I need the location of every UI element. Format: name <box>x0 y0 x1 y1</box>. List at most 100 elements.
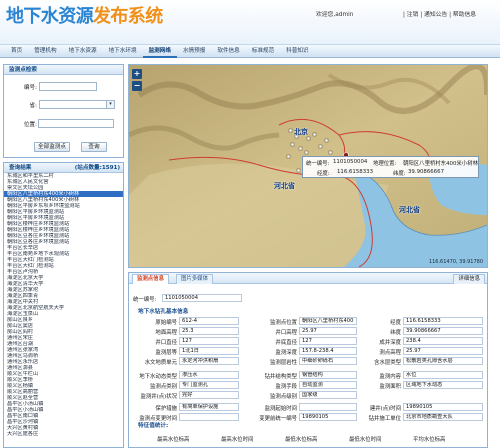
results-list[interactable]: 东城区和平里东二村 东城区人民文化宫 崇文区天坛公园 朝阳区八里桥村东400米小树林朝… <box>4 173 123 437</box>
field-value: 中细砂卵砾石 <box>299 357 357 365</box>
field-value: 永定河冲洪积扇 <box>179 357 239 365</box>
popup-lon-value: 116.6158333 <box>337 169 374 175</box>
field-label: 井口高程 <box>275 330 297 336</box>
field-value: 完好 <box>179 391 239 399</box>
field-value: 25.3 <box>179 327 239 335</box>
province-select[interactable]: ▾ <box>39 100 115 109</box>
popup-code-value: 1101050004 <box>333 159 368 165</box>
field-value: 612-4 <box>179 317 239 325</box>
field-label: 经度 <box>390 320 401 326</box>
nav-environment[interactable]: 地下水环境 <box>103 45 143 58</box>
zoom-out-button[interactable]: − <box>132 81 142 91</box>
nav-standards[interactable]: 标准规范 <box>246 45 280 58</box>
field-value: 区域地下水动态 <box>403 381 483 389</box>
station-popup[interactable]: 统一编号: 1101050004 地理位置: 朝阳区八里桥村东400米小树林 经… <box>302 156 479 178</box>
location-label: 位置: <box>23 122 37 128</box>
feature-column-header: 最低水位标高 <box>285 437 318 443</box>
field-label: 监测手段 <box>275 384 297 390</box>
all-stations-button[interactable]: 全部监测点 <box>34 142 70 152</box>
map-view[interactable]: + − 北京 天津 河北省 河北省 统一编号: 1101050004 地理位置:… <box>128 64 488 268</box>
map-label-beijing: 北京 <box>294 128 308 136</box>
results-panel: 查询结果 (站点数量:1591) 东城区和平里东二村 东城区人民文化宫 崇文区天坛公… <box>3 162 124 448</box>
nav-science[interactable]: 科普知识 <box>280 45 314 58</box>
search-panel-title: 监测点检索 <box>4 65 123 75</box>
nav-resources[interactable]: 地下水资源 <box>63 45 103 58</box>
main-nav: 首页 管理机构 地下水资源 地下水环境 监测网络 水情预报 软件信息 标准规范 … <box>0 44 500 58</box>
separator: | <box>449 12 452 18</box>
field-label: 监测面积 <box>379 384 401 390</box>
search-panel: 监测点检索 编号: 省: ▾ 位置: 全部监测点 查询 <box>3 64 124 158</box>
nav-agencies[interactable]: 管理机构 <box>28 45 62 58</box>
code-label: 编号: <box>23 85 37 91</box>
province-row: 省: ▾ <box>4 100 134 110</box>
feature-column-header: 最高水位时间 <box>221 437 254 443</box>
nav-software[interactable]: 软件信息 <box>211 45 245 58</box>
logout-link[interactable]: 注销 <box>407 12 419 18</box>
results-count: (站点数量:1591) <box>74 165 120 171</box>
field-value: 127 <box>179 337 239 345</box>
tab-station-info[interactable]: 监测点信息 <box>132 274 169 284</box>
province-label: 省: <box>29 103 37 109</box>
field-label: 井口直径 <box>155 340 177 346</box>
field-label: 钻井施工单位 <box>368 416 401 422</box>
field-label: 监测内容 <box>379 374 401 380</box>
popup-lon-label: 经度: <box>317 171 330 177</box>
field-label: 地面高程 <box>155 330 177 336</box>
notice-link[interactable]: 通知公告 <box>424 12 447 18</box>
query-button[interactable]: 查询 <box>81 142 107 152</box>
nav-forecast[interactable]: 水情预报 <box>177 45 211 58</box>
nav-monitoring-network[interactable]: 监测网络 <box>142 45 177 58</box>
tab-media[interactable]: 图片多媒体 <box>176 274 213 284</box>
field-value: 238.4 <box>403 337 483 345</box>
field-label: 监测深度 <box>275 350 297 356</box>
detail-tabs: 监测点信息 图片多媒体 详细信息 <box>129 273 487 284</box>
nav-home[interactable]: 首页 <box>5 45 28 58</box>
field-label: 建井(点)时间 <box>369 406 401 412</box>
field-label: 变更前统一编号 <box>259 416 297 422</box>
separator: | <box>420 12 423 18</box>
app-title: 地下水资源发布系统 <box>6 5 163 29</box>
app-title-part1: 地下水资源 <box>6 6 94 27</box>
details-button[interactable]: 详细信息 <box>453 274 485 284</box>
feature-title: 特征值统计: <box>138 423 169 429</box>
feature-column-header: 平均水位标高 <box>413 437 446 443</box>
map-coordinate: 116.61470, 39.91780 <box>428 259 483 265</box>
field-label: 监测点位置 <box>270 320 297 326</box>
field-label: 监测层岩性 <box>270 360 297 366</box>
help-link[interactable]: 帮助信息 <box>453 12 476 18</box>
field-value: 专门监测孔 <box>179 381 239 389</box>
location-row: 位置: <box>4 119 134 129</box>
field-value <box>179 413 239 421</box>
field-value: 25.97 <box>403 347 483 355</box>
field-label: 原始编号 <box>155 320 177 326</box>
field-label: 地下水动态类型 <box>139 374 177 380</box>
field-value <box>299 403 357 411</box>
popup-lat-label: 纬度: <box>393 171 406 177</box>
zoom-in-button[interactable]: + <box>132 69 142 79</box>
separator: | <box>403 12 405 18</box>
field-label: 成井深度 <box>379 340 401 346</box>
field-value: 北京市地质勘查大队 <box>403 413 483 421</box>
popup-location-label: 地理位置: <box>373 161 397 167</box>
field-value: 127 <box>299 337 357 345</box>
field-value: 松散岩类孔隙含水层 <box>403 357 483 365</box>
unified-code-label: 统一编号: <box>133 297 157 303</box>
code-input[interactable] <box>39 82 97 91</box>
top-links: | 注销 | 通知公告 | 帮助信息 <box>403 9 476 18</box>
list-item[interactable]: 大兴区庞各庄 <box>4 431 123 437</box>
welcome-text: 欢迎您,admin <box>316 12 354 18</box>
map-label-hebei-west: 河北省 <box>274 182 295 190</box>
field-value: 19890105 <box>299 413 357 421</box>
field-value: 19890105 <box>403 403 483 411</box>
field-value: 有简单保护设施 <box>179 403 239 411</box>
field-label: 纬度 <box>390 330 401 336</box>
field-label: 保护措施 <box>155 406 177 412</box>
location-input[interactable] <box>38 119 114 128</box>
feature-column-header: 最低水位时间 <box>349 437 382 443</box>
code-row: 编号: <box>4 82 134 92</box>
app-title-part2: 发布系统 <box>93 6 163 27</box>
field-value: 国家级 <box>299 391 357 399</box>
field-value: 1北1日 <box>179 347 239 355</box>
field-value: 自动监测 <box>299 381 357 389</box>
popup-code-label: 统一编号: <box>306 161 330 167</box>
